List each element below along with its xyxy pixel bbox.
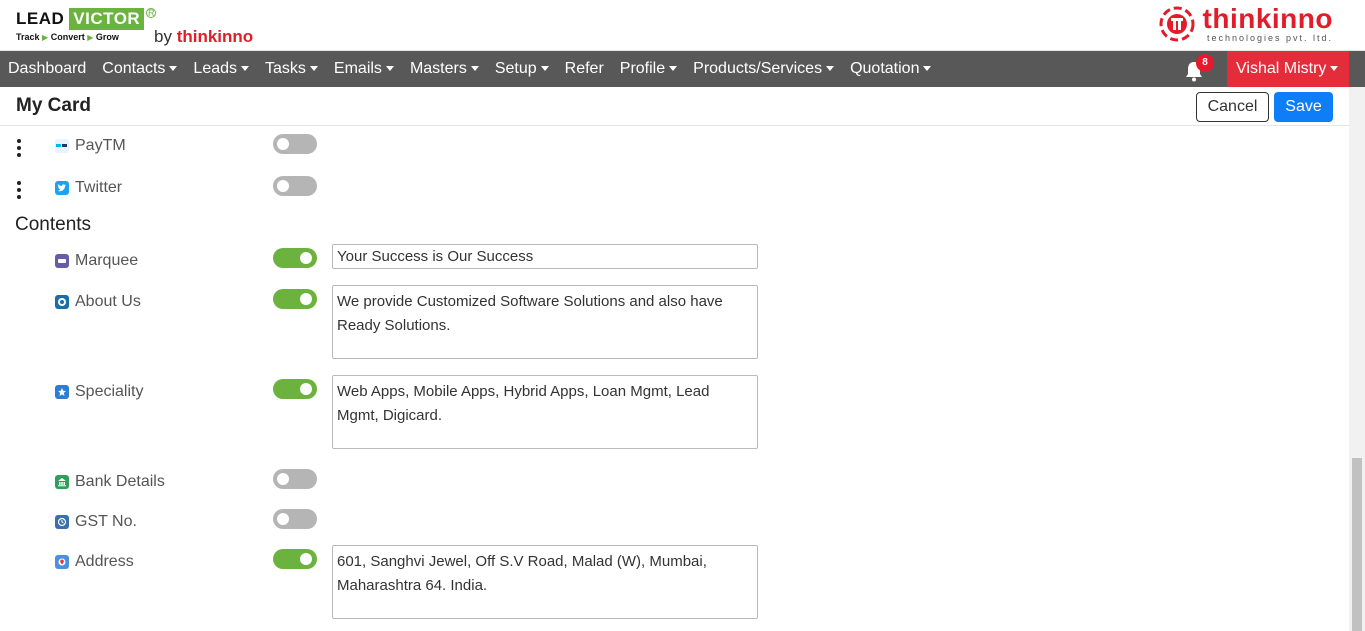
speciality-icon bbox=[55, 385, 69, 399]
drag-handle-icon[interactable] bbox=[16, 139, 22, 157]
paytm-icon bbox=[55, 139, 69, 153]
logo-tagline: Track ▶ Convert ▶ Grow bbox=[16, 32, 119, 42]
nav-setup[interactable]: Setup bbox=[487, 51, 557, 87]
address-textarea[interactable]: 601, Sanghvi Jewel, Off S.V Road, Malad … bbox=[332, 545, 758, 619]
thinkinno-mark-icon bbox=[1159, 6, 1195, 42]
marquee-icon bbox=[55, 254, 69, 268]
row-bank-details: Bank Details bbox=[55, 473, 165, 491]
caret-down-icon bbox=[385, 66, 394, 72]
user-menu-button[interactable]: Vishal Mistry bbox=[1227, 51, 1349, 87]
about-us-textarea[interactable]: We provide Customized Software Solutions… bbox=[332, 285, 758, 359]
caret-down-icon bbox=[241, 66, 250, 72]
main-nav: Dashboard Contacts Leads Tasks Emails Ma… bbox=[0, 51, 1365, 87]
save-button[interactable]: Save bbox=[1274, 92, 1333, 122]
nav-refer[interactable]: Refer bbox=[557, 51, 612, 87]
caret-down-icon bbox=[309, 66, 318, 72]
cancel-button[interactable]: Cancel bbox=[1196, 92, 1269, 122]
nav-masters[interactable]: Masters bbox=[402, 51, 487, 87]
nav-leads[interactable]: Leads bbox=[185, 51, 257, 87]
notification-badge: 8 bbox=[1196, 54, 1214, 72]
page-title: My Card bbox=[16, 95, 91, 116]
app-header: LEAD VICTOR R Track ▶ Convert ▶ Grow by … bbox=[0, 0, 1365, 51]
row-address: Address bbox=[55, 553, 134, 571]
bank-icon bbox=[55, 475, 69, 489]
row-twitter: Twitter bbox=[55, 179, 122, 197]
by-thinkinno: by thinkinno bbox=[154, 27, 254, 46]
registered-icon: R bbox=[146, 8, 157, 18]
caret-down-icon bbox=[923, 66, 932, 72]
page-title-bar: My Card Cancel Save bbox=[0, 87, 1349, 126]
nav-profile[interactable]: Profile bbox=[612, 51, 685, 87]
about-us-toggle[interactable] bbox=[273, 289, 317, 309]
row-gst-no: GST No. bbox=[55, 513, 137, 531]
marquee-toggle[interactable] bbox=[273, 248, 317, 268]
row-paytm: PayTM bbox=[55, 137, 126, 155]
row-speciality: Speciality bbox=[55, 383, 143, 401]
gst-no-toggle[interactable] bbox=[273, 509, 317, 529]
speciality-textarea[interactable]: Web Apps, Mobile Apps, Hybrid Apps, Loan… bbox=[332, 375, 758, 449]
company-sub: technologies pvt. ltd. bbox=[1206, 33, 1333, 43]
caret-down-icon bbox=[540, 66, 549, 72]
by-brand: thinkinno bbox=[176, 27, 254, 46]
nav-quotation[interactable]: Quotation bbox=[842, 51, 939, 87]
logo-victor-text: VICTOR bbox=[69, 8, 145, 30]
caret-down-icon bbox=[826, 66, 835, 72]
nav-products-services[interactable]: Products/Services bbox=[685, 51, 842, 87]
paytm-toggle[interactable] bbox=[273, 134, 317, 154]
nav-tasks[interactable]: Tasks bbox=[257, 51, 326, 87]
caret-down-icon bbox=[470, 66, 479, 72]
nav-emails[interactable]: Emails bbox=[326, 51, 402, 87]
scrollbar-thumb[interactable] bbox=[1352, 458, 1362, 631]
thinkinno-logo: thinkinno technologies pvt. ltd. bbox=[1157, 4, 1333, 44]
leadvictor-logo[interactable]: LEAD VICTOR R Track ▶ Convert ▶ Grow bbox=[16, 8, 157, 42]
drag-handle-icon[interactable] bbox=[16, 181, 22, 199]
marquee-input[interactable]: Your Success is Our Success bbox=[332, 244, 758, 269]
nav-contacts[interactable]: Contacts bbox=[94, 51, 185, 87]
gst-icon bbox=[55, 515, 69, 529]
bank-details-toggle[interactable] bbox=[273, 469, 317, 489]
about-us-icon bbox=[55, 295, 69, 309]
contents-section-title: Contents bbox=[15, 214, 92, 235]
company-name: thinkinno bbox=[1202, 3, 1333, 34]
address-icon bbox=[55, 555, 69, 569]
address-toggle[interactable] bbox=[273, 549, 317, 569]
row-marquee: Marquee bbox=[55, 252, 138, 270]
caret-down-icon bbox=[669, 66, 678, 72]
logo-lead-text: LEAD bbox=[16, 9, 65, 28]
twitter-icon bbox=[55, 181, 69, 195]
nav-dashboard[interactable]: Dashboard bbox=[0, 51, 94, 87]
caret-down-icon bbox=[169, 66, 178, 72]
speciality-toggle[interactable] bbox=[273, 379, 317, 399]
twitter-toggle[interactable] bbox=[273, 176, 317, 196]
row-about-us: About Us bbox=[55, 293, 141, 311]
caret-down-icon bbox=[1330, 66, 1339, 72]
